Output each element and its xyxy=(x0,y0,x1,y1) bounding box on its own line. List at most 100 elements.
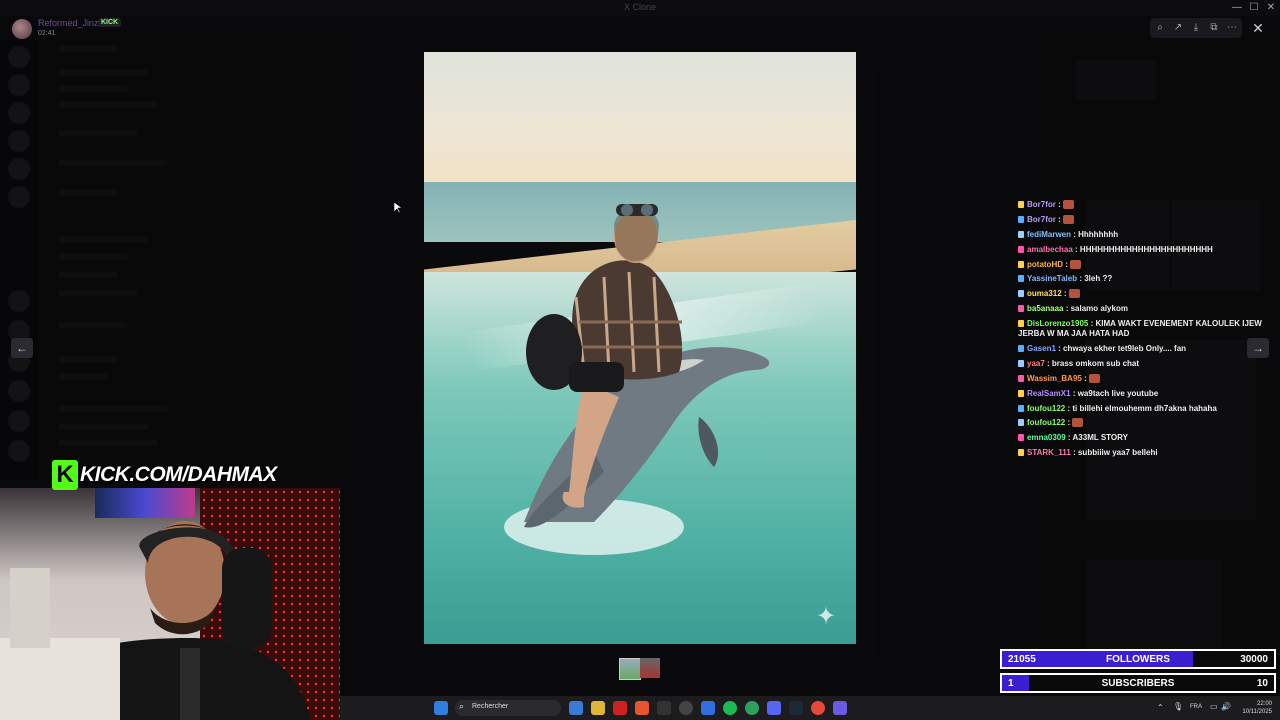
chat-username[interactable]: foufou122 xyxy=(1027,404,1065,413)
chat-text: chwaya ekher tet9leb Only.... fan xyxy=(1063,344,1187,354)
share-icon[interactable]: ↗ xyxy=(1171,21,1185,35)
chat-username[interactable]: Wassim_BA95 xyxy=(1027,374,1082,383)
streamer-figure xyxy=(0,521,310,720)
app-red-icon[interactable] xyxy=(613,701,627,715)
more-icon[interactable]: ⋯ xyxy=(1225,21,1239,35)
followers-target: 30000 xyxy=(1240,654,1268,665)
app-purple-icon[interactable] xyxy=(833,701,847,715)
kick-logo-icon: K xyxy=(52,460,78,490)
notepad-icon[interactable] xyxy=(701,701,715,715)
chat-username[interactable]: potatoHD xyxy=(1027,260,1063,269)
webcam-feed xyxy=(0,488,340,720)
chat-message: ouma312 : xyxy=(1018,289,1268,299)
window-close-button[interactable]: ✕ xyxy=(1264,2,1278,14)
chat-message: RealSamX1 : wa9tach live youtube xyxy=(1018,389,1268,399)
chat-text: ti billehi elmouhemm dh7akna hahaha xyxy=(1072,403,1217,413)
post-author[interactable]: Reformed_Jinzu xyxy=(38,18,104,28)
minimize-button[interactable]: — xyxy=(1230,2,1244,14)
chat-username[interactable]: fediMarwen xyxy=(1027,230,1071,239)
tray-chevron-icon[interactable]: ⌃ xyxy=(1157,703,1164,712)
zoom-icon[interactable]: ⌕ xyxy=(1153,21,1167,35)
close-viewer-button[interactable]: ✕ xyxy=(1248,18,1268,38)
user-badge-icon xyxy=(1018,230,1024,238)
chat-username[interactable]: RealSamX1 xyxy=(1027,389,1071,398)
open-icon[interactable]: ⧉ xyxy=(1207,21,1221,35)
chat-username[interactable]: Bor7for xyxy=(1027,215,1056,224)
user-badge-icon xyxy=(1018,305,1024,313)
terminal-icon[interactable] xyxy=(657,701,671,715)
user-badge-icon xyxy=(1018,215,1024,223)
chat-username[interactable]: Gasen1 xyxy=(1027,344,1056,353)
chat-message: STARK_111 : subbiiiw yaa7 bellehi xyxy=(1018,448,1268,458)
maximize-button[interactable]: ☐ xyxy=(1247,2,1261,14)
sparkle-icon: ✦ xyxy=(816,603,837,630)
volume-icon[interactable]: 🔊 xyxy=(1221,702,1231,711)
emote-icon xyxy=(1070,259,1082,269)
chrome-icon[interactable] xyxy=(811,701,825,715)
avatar[interactable] xyxy=(12,19,32,39)
spotify-icon[interactable] xyxy=(723,701,737,715)
start-icon[interactable] xyxy=(434,701,448,715)
chat-message: DisLorenzo1905 : KIMA WAKT EVENEMENT KAL… xyxy=(1018,319,1262,339)
chat-username[interactable]: foufou122 xyxy=(1027,418,1065,427)
chat-text: wa9tach live youtube xyxy=(1077,388,1159,398)
download-icon[interactable]: ⤓ xyxy=(1189,21,1203,35)
chat-message: fediMarwen : Hhhhhhhh xyxy=(1018,230,1268,240)
emote-icon xyxy=(1063,200,1074,209)
thumbnail-image-2[interactable] xyxy=(640,658,660,678)
user-badge-icon xyxy=(1018,449,1024,457)
chat-username[interactable]: ouma312 xyxy=(1027,289,1062,298)
chat-username[interactable]: DisLorenzo1905 xyxy=(1027,319,1088,328)
chat-text: HHHHHHHHHHHHHHHHHHHHHHH xyxy=(1079,244,1213,254)
emote-icon xyxy=(1072,418,1084,428)
chat-username[interactable]: amalbechaa xyxy=(1027,245,1073,254)
network-icon[interactable]: ▭ xyxy=(1210,702,1218,711)
window-title: X Clone xyxy=(623,2,657,12)
chat-text: brass omkom sub chat xyxy=(1051,358,1140,368)
steam-icon[interactable] xyxy=(789,701,803,715)
user-badge-icon xyxy=(1018,260,1024,268)
user-badge-icon xyxy=(1018,434,1024,442)
man-riding-dolphin-illustration xyxy=(504,204,770,555)
chat-text: A33ML STORY xyxy=(1072,433,1128,443)
emote-icon xyxy=(1068,289,1080,299)
chat-message: Bor7for : xyxy=(1018,214,1268,225)
tray-clock[interactable]: 22:00 10/11/2025 xyxy=(1238,700,1272,716)
chat-username[interactable]: Bor7for xyxy=(1027,200,1056,209)
chat-message: Gasen1 : chwaya ekher tet9leb Only.... f… xyxy=(1018,344,1268,354)
mouse-cursor-icon xyxy=(394,202,402,214)
chat-message: foufou122 : ti billehi elmouhemm dh7akna… xyxy=(1018,404,1268,414)
microphone-icon[interactable]: 🎙 xyxy=(1173,702,1183,711)
followers-label: FOLLOWERS xyxy=(1106,654,1170,665)
chat-message: yaa7 : brass omkom sub chat xyxy=(1018,359,1268,369)
office-icon[interactable] xyxy=(635,701,649,715)
search-icon: ⌕ xyxy=(459,701,465,711)
app-green-icon[interactable] xyxy=(745,701,759,715)
chat-username[interactable]: yaa7 xyxy=(1027,359,1045,368)
user-badge-icon xyxy=(1018,290,1024,298)
kick-channel-url: KICK.COM/DAHMAX xyxy=(80,463,277,486)
chat-username[interactable]: emna0309 xyxy=(1027,433,1066,442)
chat-text: salamo alykom xyxy=(1070,304,1128,314)
tray-language[interactable]: FRA xyxy=(1190,704,1202,710)
obs-icon[interactable] xyxy=(679,701,693,715)
followers-goal-bar: 21055 FOLLOWERS 30000 xyxy=(1000,649,1276,669)
chat-message: potatoHD : xyxy=(1018,259,1268,270)
chat-username[interactable]: ba5anaaa xyxy=(1027,304,1063,313)
emote-icon xyxy=(1063,214,1074,224)
viewer-image[interactable]: ✦ xyxy=(424,52,856,644)
chat-username[interactable]: YassineTaleb xyxy=(1027,274,1077,283)
chat-message: ba5anaaa : salamo alykom xyxy=(1018,304,1268,314)
user-badge-icon xyxy=(1018,245,1024,253)
discord-icon[interactable] xyxy=(767,701,781,715)
tray-time: 22:00 xyxy=(1256,701,1272,707)
chat-text: Hhhhhhhh xyxy=(1078,229,1119,239)
previous-image-button[interactable]: ← xyxy=(11,338,33,358)
thumbnail-image-1[interactable] xyxy=(619,658,641,680)
subscribers-target: 10 xyxy=(1256,678,1268,689)
chat-username[interactable]: STARK_111 xyxy=(1027,448,1071,457)
copilot-icon[interactable] xyxy=(569,701,583,715)
file-explorer-icon[interactable] xyxy=(591,701,605,715)
kick-badge: KICK xyxy=(98,18,122,27)
chat-text: 3leh ?? xyxy=(1084,274,1113,284)
